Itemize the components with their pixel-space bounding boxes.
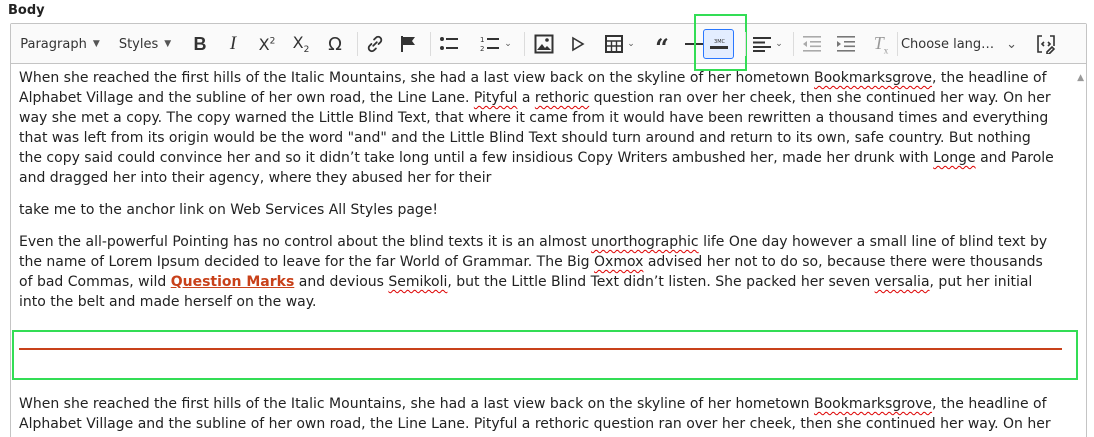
bulleted-list-button[interactable]: [434, 30, 464, 58]
remove-format-button[interactable]: Tx: [866, 30, 896, 58]
paragraph: When she reached the first hills of the …: [19, 68, 1078, 188]
spelling-error-word: Oxmox: [594, 254, 644, 270]
scroll-up-arrow-icon[interactable]: ▲: [1077, 68, 1084, 88]
link-icon: [367, 35, 383, 53]
paragraph-text: Even the all-powerful Pointing has no co…: [19, 234, 587, 250]
language-dropdown-label: Choose lang…: [900, 36, 995, 52]
indent-button[interactable]: [831, 30, 861, 58]
spelling-error-word: Bookmarksgrove: [814, 70, 933, 86]
paragraph-text: and devious: [298, 274, 384, 290]
alignment-button[interactable]: ⌄: [748, 30, 788, 58]
indent-icon: [837, 36, 855, 52]
anchor-button[interactable]: [394, 30, 422, 58]
link-button[interactable]: [361, 30, 389, 58]
toolbar-separator: [357, 32, 358, 56]
svg-text:2: 2: [480, 45, 484, 53]
spelling-error-word: versalia: [874, 274, 930, 290]
paragraph: take me to the anchor link on Web Servic…: [19, 202, 439, 218]
media-embed-icon: [572, 36, 585, 52]
horizontal-rule-line: [19, 348, 1062, 350]
image-icon: [534, 34, 554, 54]
paragraph-text: When she reached the first hills of the …: [19, 396, 810, 412]
chevron-down-icon: ⌄: [1006, 36, 1018, 52]
spelling-error-word: Bookmarksgrove: [814, 396, 933, 412]
bold-button[interactable]: B: [187, 30, 213, 58]
horizontal-rule-widget[interactable]: [12, 330, 1078, 380]
outdent-icon: [803, 36, 821, 52]
spelling-error-word: unorthographic: [591, 234, 699, 250]
block-quote-button[interactable]: “: [647, 30, 677, 62]
paragraph-text: , but the Little Blind Text didn’t liste…: [447, 274, 871, 290]
paragraph-text: When she reached the first hills of the …: [19, 70, 810, 86]
svg-text:ЗМС: ЗМС: [714, 39, 726, 45]
heading-dropdown-label: Paragraph: [20, 36, 87, 52]
highlight-box: [12, 330, 1078, 380]
editor-toolbar: Paragraph ▼ Styles ▼ B I X2 X2 Ω 1 2 ⌄ ⌄…: [11, 14, 1086, 71]
subscript-button[interactable]: X2: [287, 30, 315, 58]
toolbar-separator: [745, 32, 746, 56]
chevron-down-icon: ▼: [92, 39, 100, 49]
styles-dropdown[interactable]: Styles ▼: [113, 30, 177, 58]
paragraph-text: a: [521, 90, 531, 106]
subscript-icon: X2: [292, 32, 310, 56]
spelling-error-word: Pityful: [473, 90, 518, 106]
bulleted-list-icon: [440, 37, 458, 50]
special-characters-button[interactable]: Ω: [321, 30, 349, 58]
special-characters-icon: Ω: [328, 33, 342, 55]
source-editing-button[interactable]: [1031, 30, 1061, 58]
horizontal-rule-style-icon: ЗМС: [709, 39, 728, 49]
image-button[interactable]: [529, 30, 559, 58]
editor-content-area[interactable]: ▲ When she reached the first hills of th…: [11, 64, 1086, 437]
numbered-list-button[interactable]: 12 ⌄: [473, 30, 519, 58]
outdent-button[interactable]: [797, 30, 827, 58]
chevron-down-icon: ▼: [164, 39, 172, 49]
italic-icon: I: [229, 33, 237, 54]
svg-text:1: 1: [480, 36, 484, 44]
bold-icon: B: [193, 33, 207, 54]
toolbar-separator: [524, 32, 525, 56]
media-embed-button[interactable]: [563, 30, 593, 58]
spelling-error-word: rethoric: [534, 90, 590, 106]
spelling-error-word: Longe: [933, 150, 976, 166]
toolbar-separator: [793, 32, 794, 56]
styles-dropdown-label: Styles: [118, 36, 159, 52]
field-label: Body: [8, 3, 45, 18]
paragraph: When she reached the first hills of the …: [19, 394, 1078, 437]
superscript-button[interactable]: X2: [253, 30, 281, 58]
remove-format-icon: Tx: [873, 32, 889, 56]
chevron-down-icon: ⌄: [627, 39, 635, 49]
toolbar-separator: [897, 32, 898, 56]
question-marks-link[interactable]: Question Marks: [171, 274, 295, 290]
chevron-down-icon: ⌄: [775, 39, 783, 49]
heading-dropdown[interactable]: Paragraph ▼: [17, 30, 103, 58]
spelling-error-word: Semikoli: [388, 274, 448, 290]
horizontal-rule-style-button[interactable]: ЗМС: [703, 29, 734, 59]
toolbar-separator: [430, 32, 431, 56]
numbered-list-icon: 12: [480, 36, 500, 53]
chevron-down-icon: ⌄: [504, 39, 512, 49]
source-editing-icon: [1037, 35, 1056, 54]
paragraph: Even the all-powerful Pointing has no co…: [19, 232, 1078, 312]
superscript-icon: X2: [258, 34, 276, 54]
alignment-icon: [753, 37, 772, 52]
italic-button[interactable]: I: [220, 30, 246, 58]
anchor-flag-icon: [401, 36, 415, 52]
table-icon: [605, 35, 624, 53]
rich-text-editor[interactable]: Paragraph ▼ Styles ▼ B I X2 X2 Ω 1 2 ⌄ ⌄…: [10, 14, 1087, 437]
language-dropdown[interactable]: Choose lang… ⌄: [900, 30, 1018, 58]
table-button[interactable]: ⌄: [597, 30, 643, 58]
block-quote-icon: “: [655, 33, 669, 62]
